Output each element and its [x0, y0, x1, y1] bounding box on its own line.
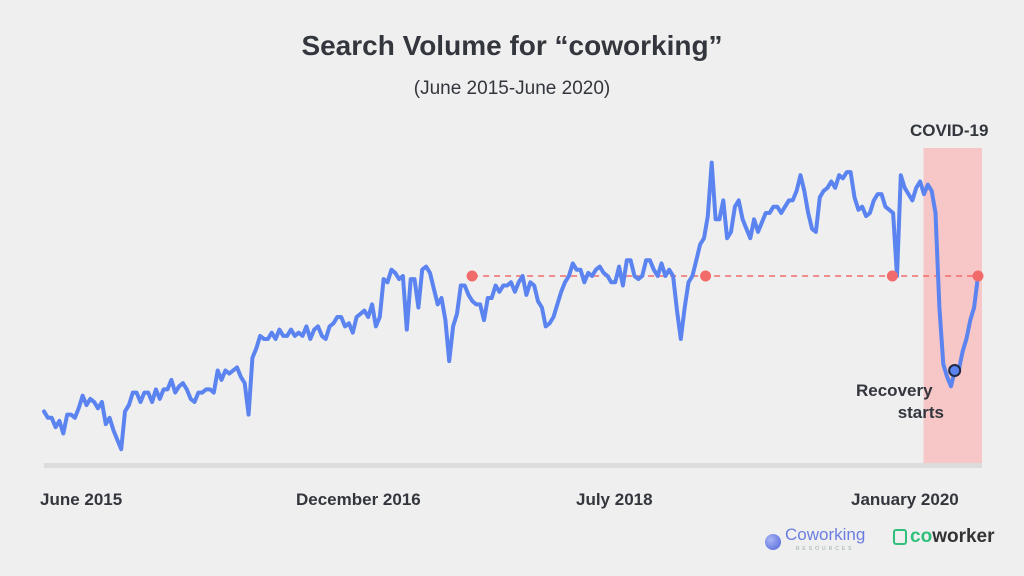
logo2-name: worker — [932, 526, 995, 547]
reference-point-marker — [700, 270, 712, 282]
map-pin-icon — [893, 529, 907, 545]
logo1-sub: RESOURCES — [795, 546, 855, 552]
x-tick-label: July 2018 — [576, 490, 653, 509]
x-axis-baseline — [44, 463, 982, 468]
recovery-label-line2: starts — [897, 403, 944, 422]
logo2-prefix: co — [910, 526, 933, 547]
x-tick-label: December 2016 — [296, 490, 421, 509]
covid-label: COVID-19 — [910, 121, 989, 140]
reference-point-marker — [972, 270, 984, 282]
series-line — [42, 160, 980, 452]
recovery-label-line1: Recovery — [856, 381, 933, 400]
recovery-point-marker — [948, 364, 962, 377]
reference-point-marker — [886, 270, 898, 282]
coworking-resources-logo: Coworking RESOURCES — [765, 526, 865, 556]
reference-point-marker — [466, 270, 478, 282]
x-tick-label: June 2015 — [40, 490, 123, 509]
coworker-logo: coworker — [893, 526, 995, 548]
recovery-annotation: Recovery starts — [856, 380, 944, 424]
globe-icon — [765, 534, 781, 550]
x-tick-label: January 2020 — [851, 490, 959, 509]
